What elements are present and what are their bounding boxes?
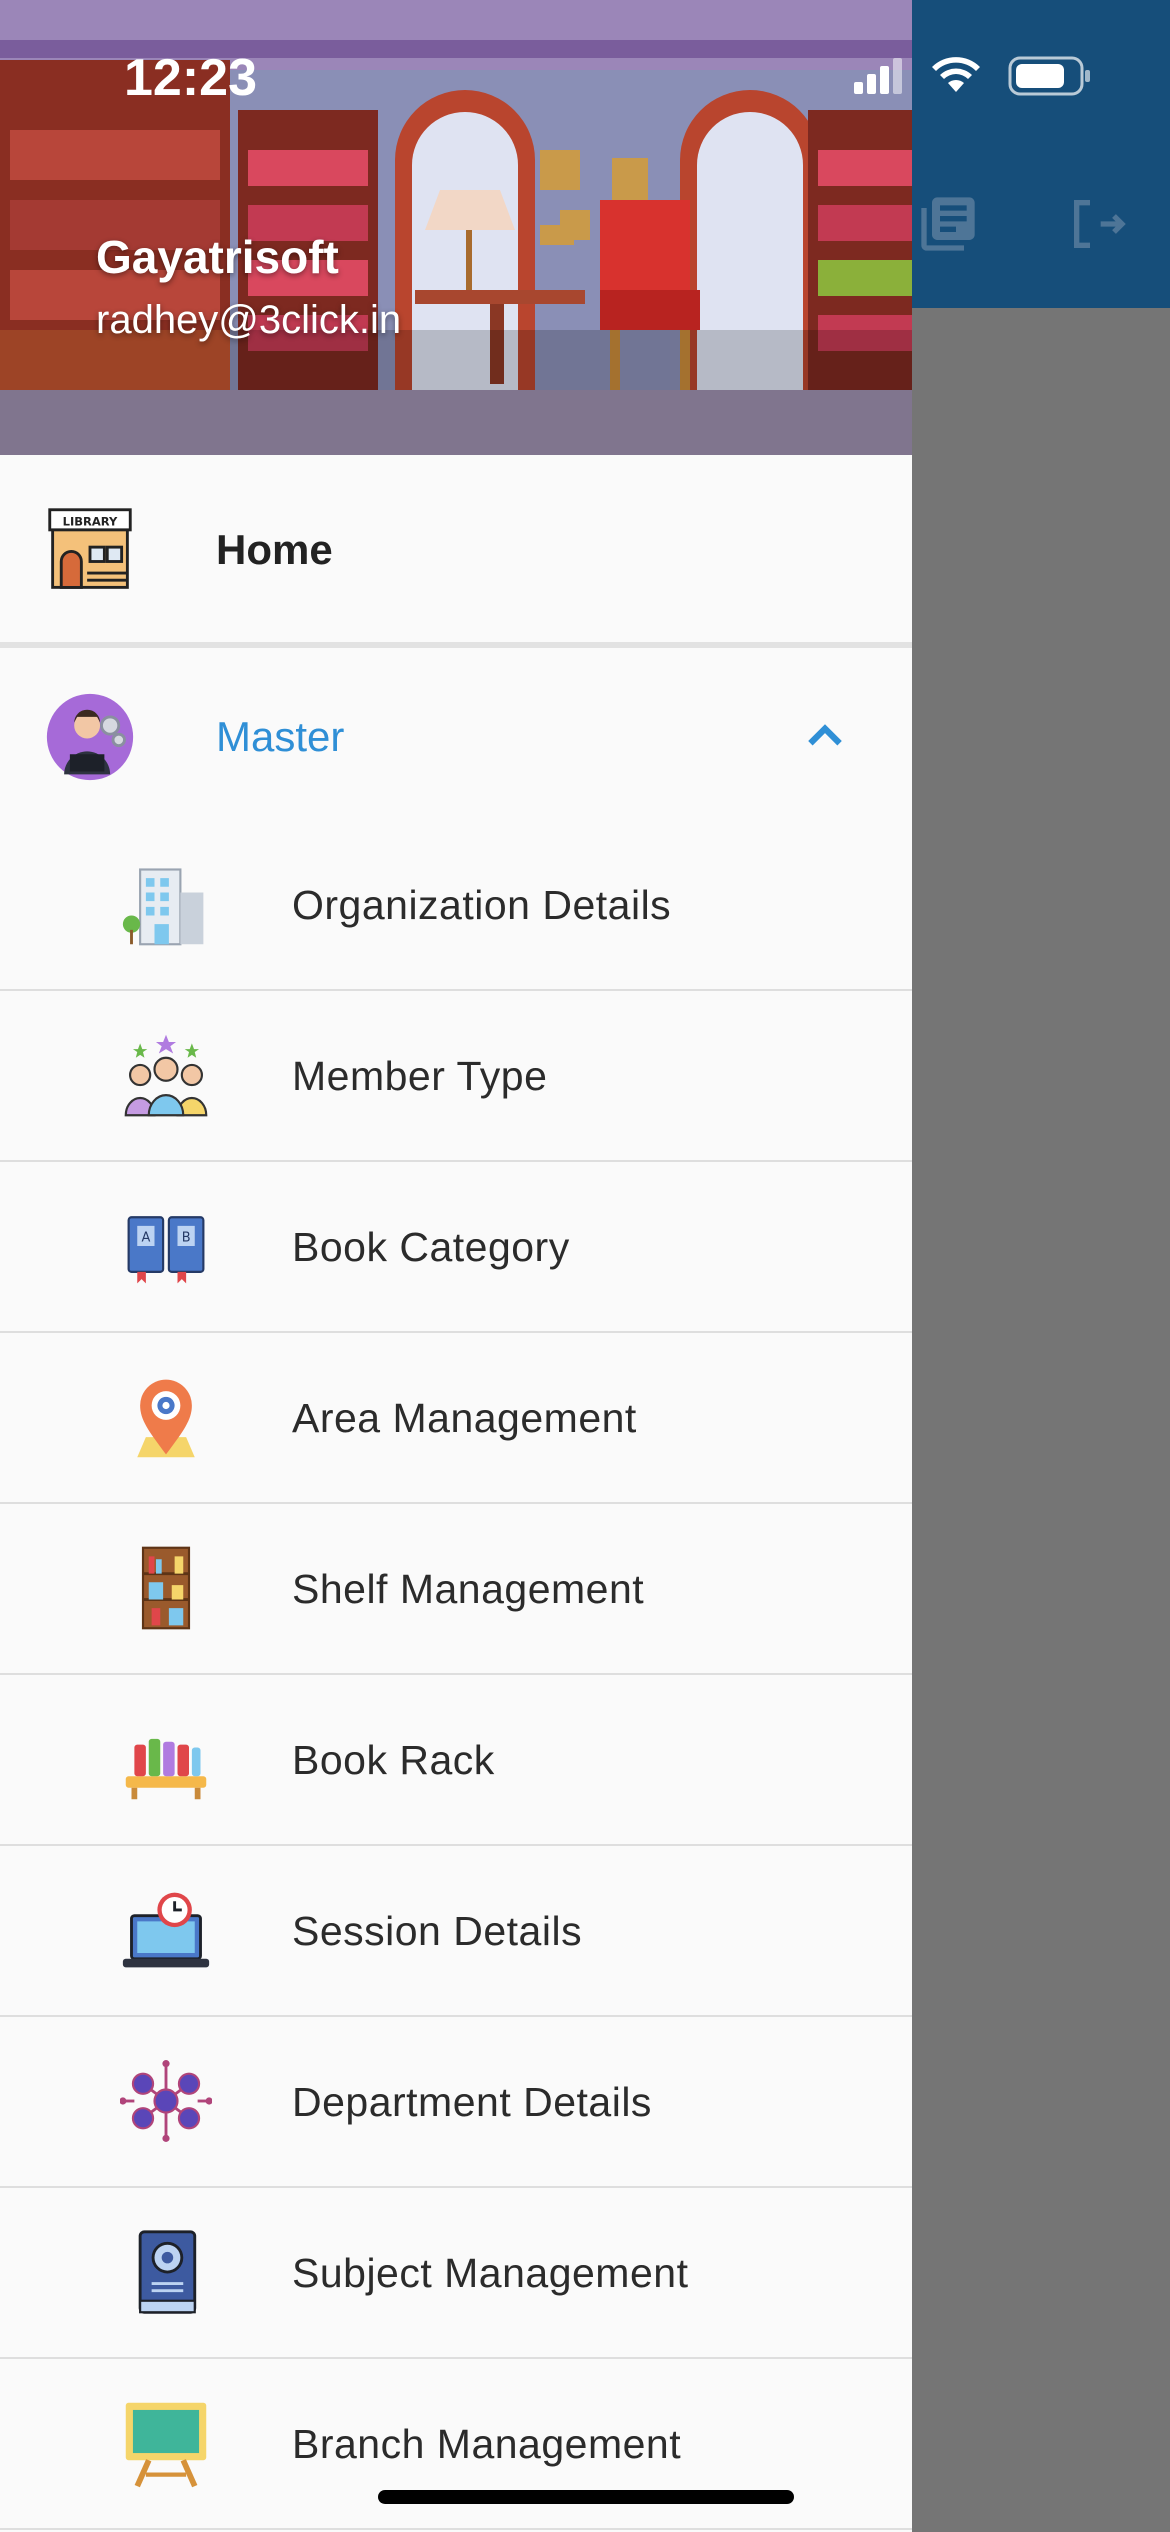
svg-text:B: B [182,1231,191,1246]
home-indicator[interactable] [378,2490,794,2504]
menu-item-shelf-management[interactable]: Shelf Management [0,1504,912,1675]
menu-group-label: Master [216,713,345,760]
navigation-drawer: Gayatrisoft radhey@3click.in LIBRARY Hom… [0,0,912,2532]
laptop-clock-icon [122,1892,210,1968]
menu-item-subject-management[interactable]: Subject Management [0,2188,912,2359]
menu-item-label: Book Category [292,1224,570,1270]
menu-item-department-details[interactable]: Department Details [0,2017,912,2188]
svg-text:LIBRARY: LIBRARY [63,515,118,529]
chalkboard-icon [125,2402,207,2488]
book-rack-icon [125,1738,207,1800]
logout-icon[interactable] [1062,188,1134,260]
menu-item-label: Organization Details [292,882,672,928]
drawer-header: Gayatrisoft radhey@3click.in [0,0,912,455]
svg-text:A: A [141,1231,150,1246]
chevron-up-icon[interactable] [800,712,850,762]
bookshelf-icon [141,1546,191,1630]
menu-item-label: Area Management [292,1395,637,1441]
menu-item-book-rack[interactable]: Book Rack [0,1675,912,1846]
app-bar [912,0,1170,308]
menu-item-area-management[interactable]: Area Management [0,1333,912,1504]
menu-item-label: Shelf Management [292,1566,645,1612]
building-icon [122,868,204,946]
menu-item-home[interactable]: LIBRARY Home [0,458,912,648]
gear-book-icon [138,2230,197,2314]
menu-item-organization-details[interactable]: Organization Details [0,820,912,991]
books-ab-icon: A B [127,1216,205,1284]
library-room-illustration [0,0,912,455]
menu-item-book-category[interactable]: A B Book Category [0,1162,912,1333]
menu-item-label: Session Details [292,1908,583,1954]
menu-item-label: Branch Management [292,2421,682,2467]
user-email: radhey@3click.in [96,298,402,342]
members-group-icon [124,1034,208,1117]
menu-item-label: Subject Management [292,2250,689,2296]
network-nodes-icon [120,2060,212,2142]
menu-item-label: Home [216,526,333,573]
library-building-icon: LIBRARY [48,508,132,589]
menu-item-label: Member Type [292,1053,548,1099]
menu-group-master[interactable]: Master [0,642,912,832]
menu-item-branch-management[interactable]: Branch Management [0,2359,912,2530]
admin-avatar-icon [46,693,134,781]
menu-item-member-type[interactable]: Member Type [0,991,912,1162]
location-pin-icon [137,1379,195,1458]
menu-item-label: Department Details [292,2079,652,2125]
menu-item-session-details[interactable]: Session Details [0,1846,912,2017]
menu-item-label: Book Rack [292,1737,495,1783]
user-name: Gayatrisoft [96,231,339,283]
library-books-icon[interactable] [912,188,984,260]
